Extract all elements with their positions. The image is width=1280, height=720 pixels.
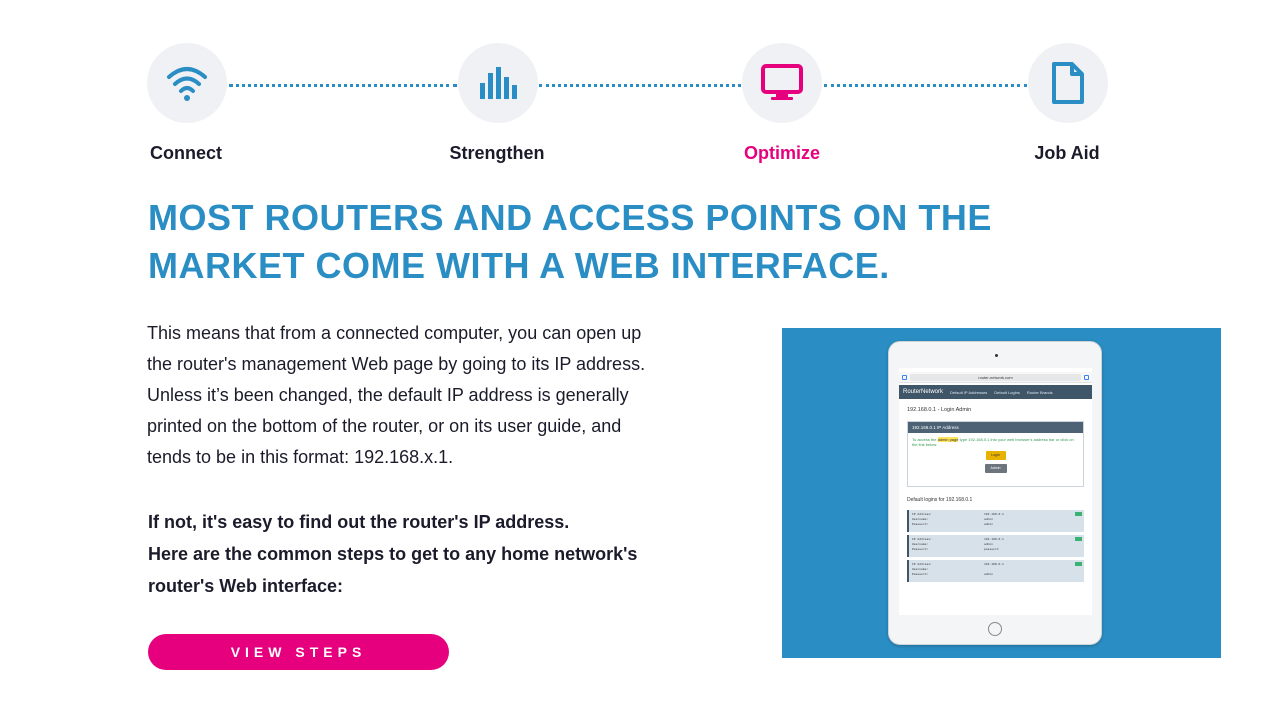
intro-line: printed on the bottom of the router, or … xyxy=(147,416,622,436)
tablet-panel-text-mark: admin page xyxy=(937,437,959,442)
step-strengthen[interactable] xyxy=(458,43,538,123)
row-badge xyxy=(1075,562,1082,566)
row-value: admin xyxy=(984,517,994,521)
intro-line: tends to be in this format: 192.168.x.1. xyxy=(147,447,454,467)
row-value: admin xyxy=(984,542,994,546)
intro-paragraph: This means that from a connected compute… xyxy=(147,318,727,473)
tablet-nav-link: Default IP Addresses xyxy=(950,389,988,395)
row-value: password xyxy=(984,547,999,551)
tablet-page-title: 192.168.0.1 - Login Admin xyxy=(907,407,972,413)
document-icon xyxy=(1052,62,1084,104)
step-connect[interactable] xyxy=(147,43,227,123)
tablet-login-row: IP Address: 192.168.0.1 Username: admin Pa… xyxy=(907,535,1084,557)
back-icon xyxy=(902,374,907,380)
step-label-strengthen[interactable]: Strengthen xyxy=(449,143,544,164)
monitor-icon xyxy=(761,64,803,100)
tablet-site-nav: RouterNetwork Default IP Addresses Defau… xyxy=(899,385,1092,399)
tablet-site-brand: RouterNetwork xyxy=(903,389,944,395)
step-label-job-aid[interactable]: Job Aid xyxy=(1034,143,1099,164)
tablet-camera xyxy=(995,354,998,357)
tablet-ip-panel: 192.168.0.1 IP Address To access the adm… xyxy=(907,421,1084,487)
row-value: admin xyxy=(984,572,994,576)
step-job-aid[interactable] xyxy=(1028,43,1108,123)
tablet-panel-title: 192.168.0.1 IP Address xyxy=(908,422,1083,433)
tablet-nav-link: Router Brands xyxy=(1026,389,1053,395)
step-label-optimize[interactable]: Optimize xyxy=(744,143,820,164)
tablet-screen: router-network.com RouterNetwork Default… xyxy=(899,368,1092,615)
row-value: 192.168.0.1 xyxy=(984,512,1004,516)
tablet-login-row: IP Address: 192.168.0.1 Username: Passwor… xyxy=(907,560,1084,582)
tablet-small-print xyxy=(912,479,1079,483)
row-value: 192.168.0.1 xyxy=(984,537,1004,541)
tablet-login-button: Login xyxy=(985,451,1006,460)
wifi-icon xyxy=(167,67,207,101)
steps-intro-line: Here are the common steps to get to any … xyxy=(148,544,638,564)
intro-line: This means that from a connected compute… xyxy=(147,323,642,343)
steps-intro: If not, it's easy to find out the router… xyxy=(148,506,728,602)
step-connector xyxy=(229,84,457,87)
steps-intro-line: router's Web interface: xyxy=(148,576,343,596)
tablet-admin-button: Admin xyxy=(984,464,1007,473)
step-label-connect[interactable]: Connect xyxy=(150,143,222,164)
steps-intro-line: If not, it's easy to find out the router… xyxy=(148,512,570,532)
row-badge xyxy=(1075,537,1082,541)
view-steps-button[interactable]: VIEW STEPS xyxy=(148,634,449,670)
tablet-screenshot-image: router-network.com RouterNetwork Default… xyxy=(782,328,1221,658)
row-key: Password: xyxy=(912,572,929,576)
step-connector xyxy=(539,84,741,87)
intro-line: the router's management Web page by goin… xyxy=(147,354,646,374)
step-optimize[interactable] xyxy=(742,43,822,123)
tablet-device: router-network.com RouterNetwork Default… xyxy=(888,341,1102,645)
row-key: Password: xyxy=(912,522,929,526)
tablet-url-bar: router-network.com xyxy=(899,372,1092,383)
tablet-nav-link: Default Logins xyxy=(994,389,1020,395)
step-connector xyxy=(824,84,1027,87)
row-value: admin xyxy=(984,522,994,526)
share-icon xyxy=(1084,374,1089,380)
row-key: Password: xyxy=(912,547,929,551)
tablet-logins-title: Default logins for 192.168.0.1 xyxy=(907,497,973,503)
page-heading: MOST ROUTERS AND ACCESS POINTS ON THE MA… xyxy=(148,197,992,286)
tablet-panel-text: To access the admin page type 192.168.0.… xyxy=(912,437,1079,447)
progress-stepper: Connect Strengthen Optimize Job Aid xyxy=(0,0,1280,180)
intro-line: Unless it’s been changed, the default IP… xyxy=(147,385,629,405)
tablet-login-row: IP Address: 192.168.0.1 Username: admin Pa… xyxy=(907,510,1084,532)
signal-bars-icon xyxy=(480,67,517,99)
tablet-url: router-network.com xyxy=(910,373,1081,381)
row-badge xyxy=(1075,512,1082,516)
tablet-home-button xyxy=(988,622,1002,636)
row-value: 192.168.0.1 xyxy=(984,562,1004,566)
